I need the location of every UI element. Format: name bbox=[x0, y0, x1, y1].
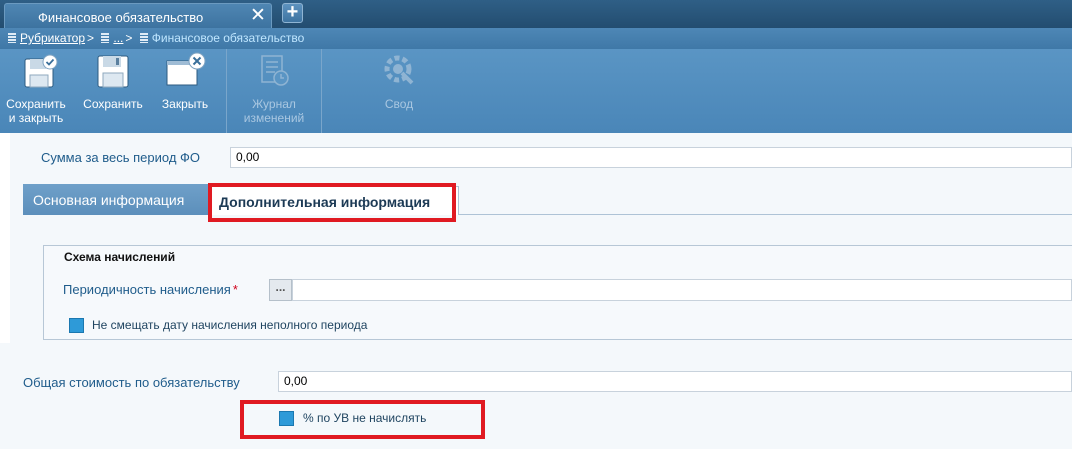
breadcrumb-separator: > bbox=[87, 31, 95, 45]
no-shift-date-checkbox[interactable] bbox=[69, 318, 84, 333]
gear-wrench-icon bbox=[384, 55, 414, 85]
save-close-icon bbox=[24, 54, 58, 88]
change-log-label-1: Журнал bbox=[252, 97, 296, 111]
change-log-button[interactable]: Журнал изменений bbox=[229, 49, 319, 133]
summary-button[interactable]: Свод bbox=[360, 49, 438, 133]
close-label: Закрыть bbox=[161, 97, 209, 111]
save-and-close-label-1: Сохранить bbox=[6, 97, 66, 111]
form-left-strip bbox=[0, 133, 10, 343]
toolbar-divider bbox=[226, 49, 227, 133]
tab-main-info[interactable]: Основная информация bbox=[23, 184, 208, 215]
periodicity-label: Периодичность начисления * bbox=[63, 282, 238, 297]
add-tab-button[interactable]: + bbox=[282, 2, 303, 23]
tab-financial-obligation[interactable]: Финансовое обязательство ✕ bbox=[4, 3, 272, 28]
save-and-close-button[interactable]: Сохранить и закрыть bbox=[2, 49, 70, 133]
save-button[interactable]: Сохранить bbox=[79, 49, 147, 133]
document-icon bbox=[139, 33, 148, 43]
list-icon bbox=[101, 33, 110, 43]
save-label: Сохранить bbox=[83, 97, 143, 111]
floppy-disk-icon bbox=[97, 55, 129, 88]
toolbar: Сохранить и закрыть Сохранить Закрыть Жур… bbox=[0, 49, 1072, 133]
close-button[interactable]: Закрыть bbox=[152, 49, 218, 133]
close-window-icon bbox=[166, 52, 206, 86]
sum-period-label: Сумма за весь период ФО bbox=[41, 150, 201, 165]
save-and-close-label-2: и закрыть bbox=[8, 111, 64, 125]
breadcrumb-root-link[interactable]: Рубрикатор bbox=[20, 31, 85, 45]
total-cost-field[interactable]: 0,00 bbox=[278, 371, 1072, 392]
toolbar-divider bbox=[321, 49, 322, 133]
breadcrumb-separator: > bbox=[125, 31, 133, 45]
summary-label: Свод bbox=[384, 97, 414, 111]
periodicity-field[interactable] bbox=[292, 279, 1072, 301]
required-mark: * bbox=[232, 282, 238, 297]
change-log-label-2: изменений bbox=[243, 111, 305, 125]
breadcrumb-current: Финансовое обязательство bbox=[151, 31, 305, 45]
highlight-tab-box bbox=[208, 183, 456, 222]
tab-title: Финансовое обязательство bbox=[38, 10, 204, 25]
title-bar: Финансовое обязательство ✕ + bbox=[0, 0, 1072, 28]
list-icon bbox=[8, 33, 16, 43]
periodicity-label-text: Периодичность начисления bbox=[63, 282, 231, 297]
sum-period-field[interactable]: 0,00 bbox=[230, 147, 1072, 168]
no-shift-date-label: Не смещать дату начисления неполного пер… bbox=[92, 318, 368, 332]
change-log-icon bbox=[261, 55, 289, 86]
breadcrumb-middle-link[interactable]: ... bbox=[113, 31, 123, 45]
highlight-checkbox-box bbox=[240, 400, 485, 439]
accrual-schema-legend: Схема начислений bbox=[64, 250, 176, 264]
total-cost-label: Общая стоимость по обязательству bbox=[23, 375, 240, 390]
periodicity-lookup-button[interactable]: ... bbox=[269, 279, 292, 301]
close-tab-icon[interactable]: ✕ bbox=[250, 6, 266, 25]
breadcrumb: Рубрикатор > ... > Финансовое обязательств… bbox=[0, 28, 1072, 49]
